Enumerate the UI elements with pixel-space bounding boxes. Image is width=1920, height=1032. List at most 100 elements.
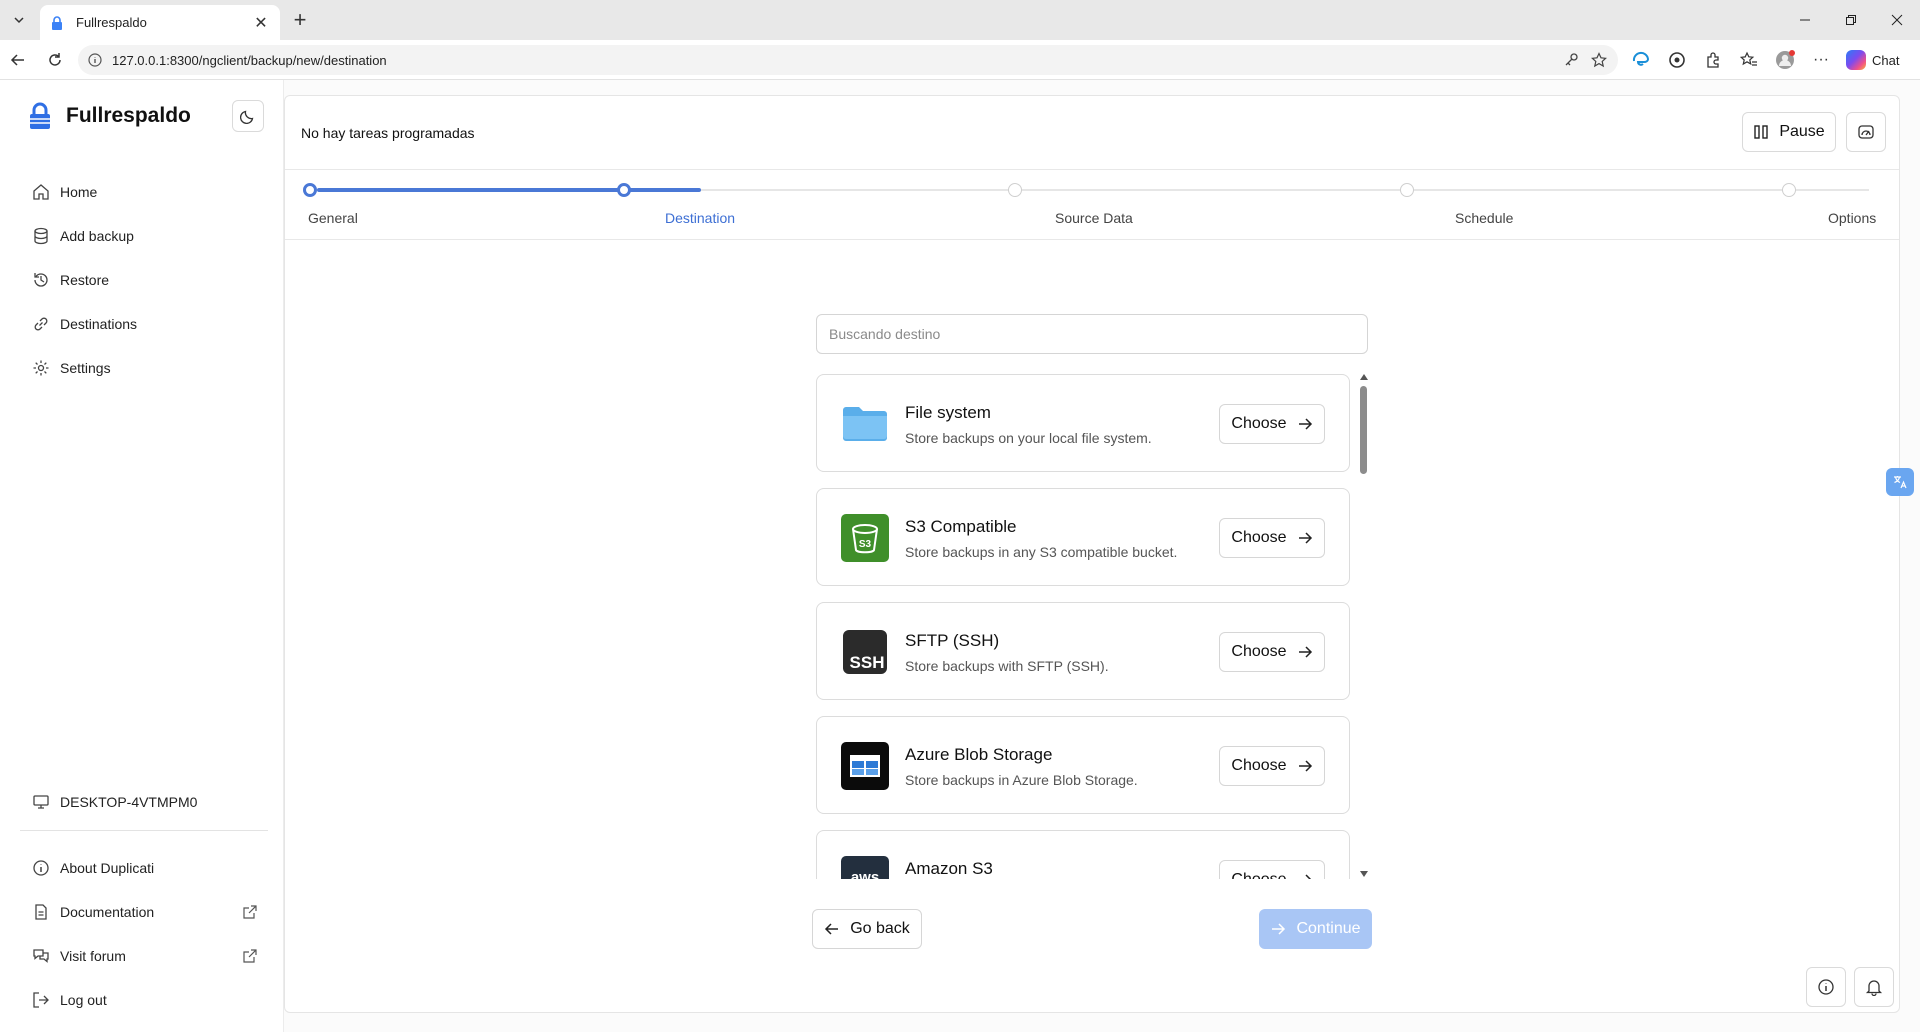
scroll-down-arrow-icon[interactable] [1360,871,1368,877]
back-icon[interactable] [6,48,30,72]
edge-extension-icon[interactable] [1630,48,1652,72]
more-options-icon[interactable]: ··· [1810,48,1832,72]
throttle-button[interactable] [1846,112,1886,152]
choose-label: Choose [1231,529,1287,546]
step-dot-schedule[interactable] [1400,183,1414,197]
step-label-general[interactable]: General [308,210,358,226]
svg-text:SSH: SSH [850,653,885,672]
machine-name: DESKTOP-4VTMPM0 [32,793,197,811]
azure-icon [841,742,889,790]
app-root: Fullrespaldo Home Add backup Restore Des… [0,80,1920,1032]
step-dot-general[interactable] [303,183,317,197]
external-link-icon [243,905,257,919]
sidebar-item-forum[interactable]: Visit forum [32,934,258,978]
destination-list[interactable]: File system Store backups on your local … [816,374,1386,879]
arrow-right-icon [1272,923,1286,935]
key-icon[interactable] [1562,51,1580,69]
tab-actions-button[interactable] [7,8,31,32]
sidebar-item-documentation[interactable]: Documentation [32,890,258,934]
sidebar-item-restore[interactable]: Restore [32,258,137,302]
external-link-icon [243,949,257,963]
chat-label: Chat [1872,52,1900,68]
sidebar-item-about[interactable]: About Duplicati [32,846,258,890]
status-bar: No hay tareas programadas Pause [285,96,1899,170]
database-icon [34,227,48,245]
destination-search-input[interactable] [816,314,1368,354]
browser-tab[interactable]: Fullrespaldo ✕ [40,5,280,40]
destination-card-sftp: SSH SFTP (SSH) Store backups with SFTP (… [816,602,1350,700]
svg-text:aws: aws [851,869,879,879]
pause-button[interactable]: Pause [1742,112,1836,152]
sidebar: Fullrespaldo Home Add backup Restore Des… [0,80,284,1032]
info-button[interactable] [1806,967,1846,1007]
aws-icon: aws [841,856,889,879]
choose-amazon-s3-button[interactable]: Choose [1219,860,1325,879]
favorites-icon[interactable] [1738,48,1760,72]
notifications-button[interactable] [1854,967,1894,1007]
extension-icons: ··· [1630,48,1832,72]
address-bar[interactable]: 127.0.0.1:8300/ngclient/backup/new/desti… [78,45,1618,75]
continue-button[interactable]: Continue [1259,909,1372,949]
puzzle-extensions-icon[interactable] [1702,48,1724,72]
step-label-destination[interactable]: Destination [665,210,735,226]
step-dot-source-data[interactable] [1008,183,1022,197]
svg-text:S3: S3 [859,539,872,550]
document-icon [35,904,47,920]
site-info-icon[interactable] [88,53,102,67]
copilot-extension-icon[interactable] [1666,48,1688,72]
arrow-right-icon [1298,646,1312,658]
destination-list-scrollbar[interactable] [1358,374,1370,879]
scrollbar-thumb[interactable] [1360,386,1367,474]
main-panel: No hay tareas programadas Pause General … [284,95,1900,1013]
step-dot-destination[interactable] [617,183,631,197]
chevron-down-icon [14,17,24,24]
scroll-up-arrow-icon[interactable] [1360,374,1368,380]
choose-label: Choose [1231,757,1287,774]
tab-title: Fullrespaldo [76,15,147,30]
restore-icon[interactable] [1828,0,1874,40]
step-label-schedule[interactable]: Schedule [1455,210,1513,226]
home-icon [33,184,49,200]
destination-card-amazon-s3: aws Amazon S3 Choose [816,830,1350,879]
destination-description: Store backups in any S3 compatible bucke… [905,544,1178,560]
favorite-star-icon[interactable] [1590,51,1608,69]
pause-icon [1754,125,1769,139]
profile-avatar-icon[interactable] [1774,48,1796,72]
translate-icon[interactable] [1886,468,1914,496]
folder-icon [843,407,887,441]
arrow-right-icon [1298,418,1312,430]
choose-azure-button[interactable]: Choose [1219,746,1325,786]
moon-icon [240,110,254,124]
url-text: 127.0.0.1:8300/ngclient/backup/new/desti… [112,52,387,68]
step-label-source-data[interactable]: Source Data [1055,210,1133,226]
info-icon [33,860,49,876]
ssh-icon: SSH [843,630,887,674]
close-tab-icon[interactable]: ✕ [252,14,270,32]
sidebar-item-destinations[interactable]: Destinations [32,302,137,346]
theme-toggle-button[interactable] [232,100,264,132]
sidebar-item-settings[interactable]: Settings [32,346,137,390]
minimize-icon[interactable] [1782,0,1828,40]
close-window-icon[interactable] [1874,0,1920,40]
chat-bubbles-icon [33,949,49,963]
choose-s3-compatible-button[interactable]: Choose [1219,518,1325,558]
wizard-stepper: General Destination Source Data Schedule… [285,170,1899,240]
destination-description: Store backups on your local file system. [905,430,1152,446]
arrow-right-icon [1298,532,1312,544]
choose-sftp-button[interactable]: Choose [1219,632,1325,672]
reload-icon[interactable] [43,48,67,72]
new-tab-button[interactable]: + [288,7,312,32]
schedule-status: No hay tareas programadas [301,125,475,141]
sidebar-item-add-backup[interactable]: Add backup [32,214,137,258]
sidebar-item-logout[interactable]: Log out [32,978,258,1022]
sidebar-divider [20,830,268,831]
go-back-button[interactable]: Go back [812,909,922,949]
choose-file-system-button[interactable]: Choose [1219,404,1325,444]
pause-label: Pause [1779,123,1825,140]
arrow-right-icon [1305,874,1311,879]
sidebar-item-label: Home [60,184,98,200]
copilot-chat-button[interactable]: Chat [1846,48,1899,72]
step-dot-options[interactable] [1782,183,1796,197]
step-label-options[interactable]: Options [1828,210,1876,226]
sidebar-item-home[interactable]: Home [32,170,137,214]
